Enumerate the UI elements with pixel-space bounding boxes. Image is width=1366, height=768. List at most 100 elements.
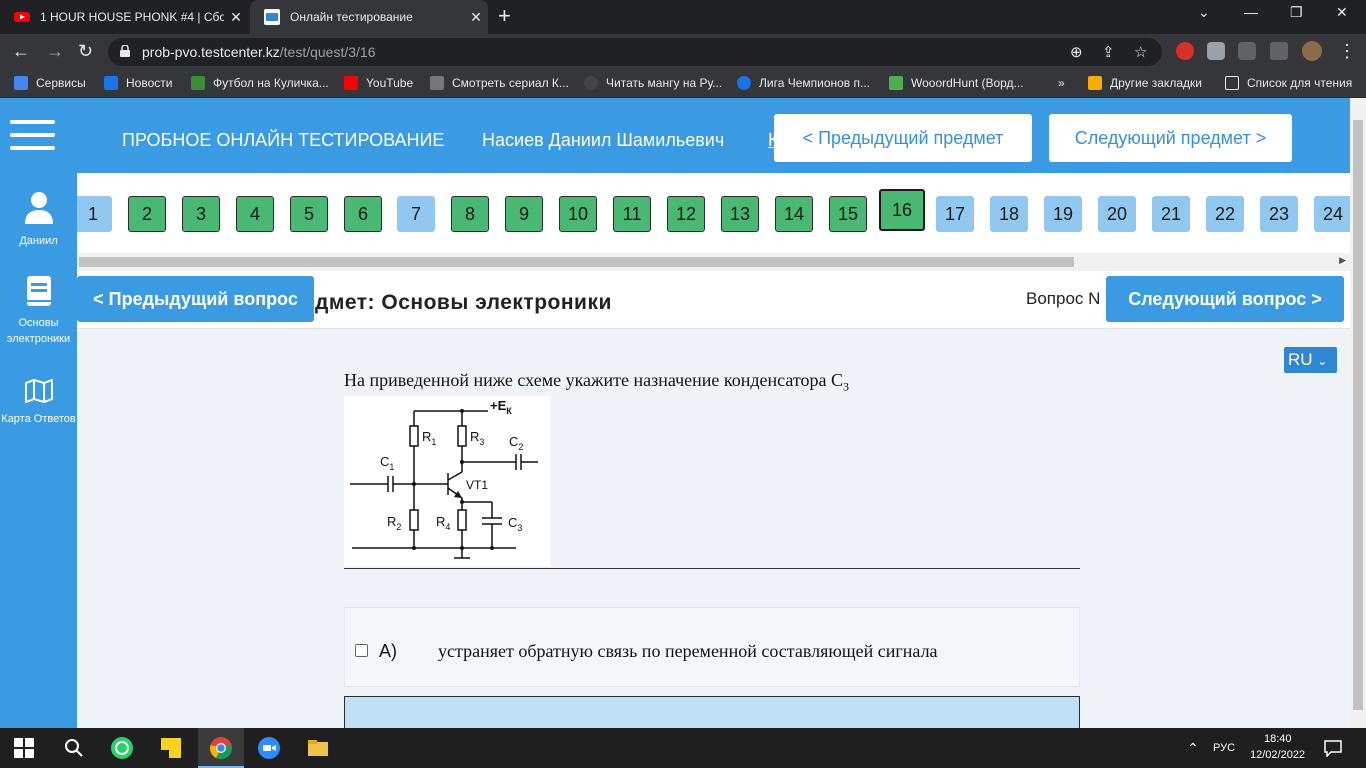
vertical-scrollbar[interactable] xyxy=(1350,98,1366,728)
question-number-button[interactable]: 9 xyxy=(505,196,543,232)
notification-icon[interactable] xyxy=(1324,739,1342,757)
language-select[interactable]: RU ⌄ xyxy=(1284,347,1337,373)
question-number-button[interactable]: 14 xyxy=(775,196,813,232)
url-host: prob-pvo.testcenter.kz xyxy=(142,44,280,60)
clock-date[interactable]: 12/02/2022 xyxy=(1250,749,1305,761)
question-number-button[interactable]: 22 xyxy=(1206,196,1244,232)
question-number-button[interactable]: 16 xyxy=(879,189,925,231)
sidebar-item-user[interactable]: Даниил xyxy=(0,191,77,249)
question-number-button[interactable]: 2 xyxy=(128,196,166,232)
zoom-app-icon[interactable] xyxy=(257,736,281,760)
svg-text:R3: R3 xyxy=(470,429,484,447)
question-number-button[interactable]: 8 xyxy=(451,196,489,232)
tab-search-icon[interactable]: ⌄ xyxy=(1198,4,1210,21)
bookmark-football[interactable]: Футбол на Куличка... xyxy=(191,76,329,90)
question-number-button[interactable]: 24 xyxy=(1314,196,1350,232)
question-number-button[interactable]: 21 xyxy=(1152,196,1190,232)
scroll-right-icon[interactable]: ▶ xyxy=(1339,255,1346,266)
question-number-button[interactable]: 4 xyxy=(236,196,274,232)
profile-avatar[interactable] xyxy=(1302,41,1322,61)
close-window-button[interactable]: ✕ xyxy=(1336,4,1348,21)
apps-icon xyxy=(14,76,28,90)
prev-question-button[interactable]: < Предыдущий вопрос xyxy=(77,276,314,322)
answer-checkbox[interactable] xyxy=(355,644,368,657)
question-number-button[interactable]: 12 xyxy=(667,196,705,232)
restore-button[interactable]: ❐ xyxy=(1290,4,1303,21)
file-explorer-icon[interactable] xyxy=(306,736,330,760)
bookmark-series[interactable]: Смотреть сериал К... xyxy=(430,76,569,90)
sidebar-item-subject[interactable]: Основы электроники xyxy=(0,275,77,347)
answer-text: устраняет обратную связь по переменной с… xyxy=(438,641,938,661)
extension-cursor-icon[interactable] xyxy=(1238,42,1256,60)
site-title: ПРОБНОЕ ОНЛАЙН ТЕСТИРОВАНИЕ xyxy=(122,130,445,150)
sticky-notes-icon[interactable] xyxy=(159,736,183,760)
bookmark-youtube[interactable]: YouTube xyxy=(344,76,413,90)
tab-youtube[interactable]: 1 HOUR HOUSE PHONK #4 | Сбо ✕ xyxy=(0,0,248,34)
windows-start-icon[interactable] xyxy=(14,738,34,758)
question-number-button[interactable]: 7 xyxy=(397,196,435,232)
question-number-button[interactable]: 10 xyxy=(559,196,597,232)
prev-subject-button[interactable]: < Предыдущий предмет xyxy=(774,114,1032,162)
news-icon xyxy=(104,76,118,90)
bookmark-champions[interactable]: Лига Чемпионов п... xyxy=(737,76,870,90)
tab-title: Онлайн тестирование xyxy=(290,10,413,24)
question-number-button[interactable]: 15 xyxy=(829,196,867,232)
close-tab-icon[interactable]: ✕ xyxy=(464,9,488,26)
close-tab-icon[interactable]: ✕ xyxy=(224,9,248,26)
minimize-button[interactable]: — xyxy=(1244,4,1258,20)
answer-option-b[interactable] xyxy=(344,696,1080,728)
scrollbar-thumb[interactable] xyxy=(79,257,1074,267)
next-subject-button[interactable]: Следующий предмет > xyxy=(1049,114,1292,162)
menu-icon[interactable]: ⋮ xyxy=(1338,41,1356,61)
bookmark-other[interactable]: Другие закладки xyxy=(1088,76,1202,90)
hd-icon xyxy=(430,76,444,90)
reload-icon[interactable]: ↻ xyxy=(78,41,93,61)
question-number-button[interactable]: 19 xyxy=(1044,196,1082,232)
subject-title: дмет: Основы электроники xyxy=(315,291,612,314)
horizontal-scrollbar[interactable]: ▶ xyxy=(77,253,1350,271)
star-icon[interactable]: ☆ xyxy=(1134,43,1147,61)
bookmark-news[interactable]: Новости xyxy=(104,76,172,90)
question-number-button[interactable]: 13 xyxy=(721,196,759,232)
question-number-button[interactable]: 6 xyxy=(344,196,382,232)
bookmark-services[interactable]: Сервисы xyxy=(14,76,86,90)
circuit-schematic: +EК R1 R3 C2 C1 VT1 R2 R4 C3 xyxy=(344,396,550,566)
question-number-button[interactable]: 20 xyxy=(1098,196,1136,232)
chrome-taskbar-item[interactable] xyxy=(198,728,244,768)
search-icon[interactable] xyxy=(62,736,86,760)
whatsapp-icon[interactable] xyxy=(110,736,134,760)
bookmark-manga[interactable]: Читать мангу на Ру... xyxy=(584,76,722,90)
forward-icon[interactable]: → xyxy=(46,41,64,61)
sidebar-item-label: Основы электроники xyxy=(6,317,71,345)
address-bar[interactable]: prob-pvo.testcenter.kz/test/quest/3/16 ⊕… xyxy=(108,38,1162,66)
sidebar-item-label: Даниил xyxy=(19,235,58,247)
zoom-icon[interactable]: ⊕ xyxy=(1070,43,1083,61)
new-tab-button[interactable]: + xyxy=(498,4,511,28)
extension-icon[interactable] xyxy=(1207,42,1225,60)
more-bookmarks-button[interactable]: » xyxy=(1058,76,1065,90)
reading-list[interactable]: Список для чтения xyxy=(1225,76,1352,90)
sidebar-item-answer-map[interactable]: Карта Ответов xyxy=(0,379,77,427)
keyboard-language[interactable]: РУС xyxy=(1213,742,1235,754)
question-number-button[interactable]: 18 xyxy=(990,196,1028,232)
question-number-button[interactable]: 17 xyxy=(936,196,974,232)
tab-testing[interactable]: Онлайн тестирование ✕ xyxy=(250,0,488,34)
next-question-button[interactable]: Следующий вопрос > xyxy=(1106,276,1344,322)
clock-time[interactable]: 18:40 xyxy=(1264,733,1292,745)
tray-chevron-icon[interactable]: ⌃ xyxy=(1187,740,1199,757)
question-number-button[interactable]: 5 xyxy=(290,196,328,232)
scrollbar-thumb[interactable] xyxy=(1353,120,1363,710)
extension-stop-icon[interactable] xyxy=(1176,42,1194,60)
answer-option-a[interactable]: A) устраняет обратную связь по переменно… xyxy=(344,607,1080,687)
bookmark-wooordhunt[interactable]: WooordHunt (Ворд... xyxy=(889,76,1024,90)
user-name: Насиев Даниил Шамильевич xyxy=(482,130,725,150)
question-number-strip: 1 2 3 4 5 6 7 8 9 10 11 12 13 14 15 16 17 18 19 20 21 22 23 24 xyxy=(77,173,1350,253)
question-number-button[interactable]: 11 xyxy=(613,196,651,232)
puzzle-icon[interactable] xyxy=(1270,42,1288,60)
question-number-button[interactable]: 23 xyxy=(1260,196,1298,232)
question-number-button[interactable]: 1 xyxy=(77,196,112,232)
share-icon[interactable]: ⇪ xyxy=(1102,43,1115,61)
question-number-button[interactable]: 3 xyxy=(182,196,220,232)
hamburger-menu-icon[interactable] xyxy=(10,120,55,154)
back-icon[interactable]: ← xyxy=(12,41,30,61)
